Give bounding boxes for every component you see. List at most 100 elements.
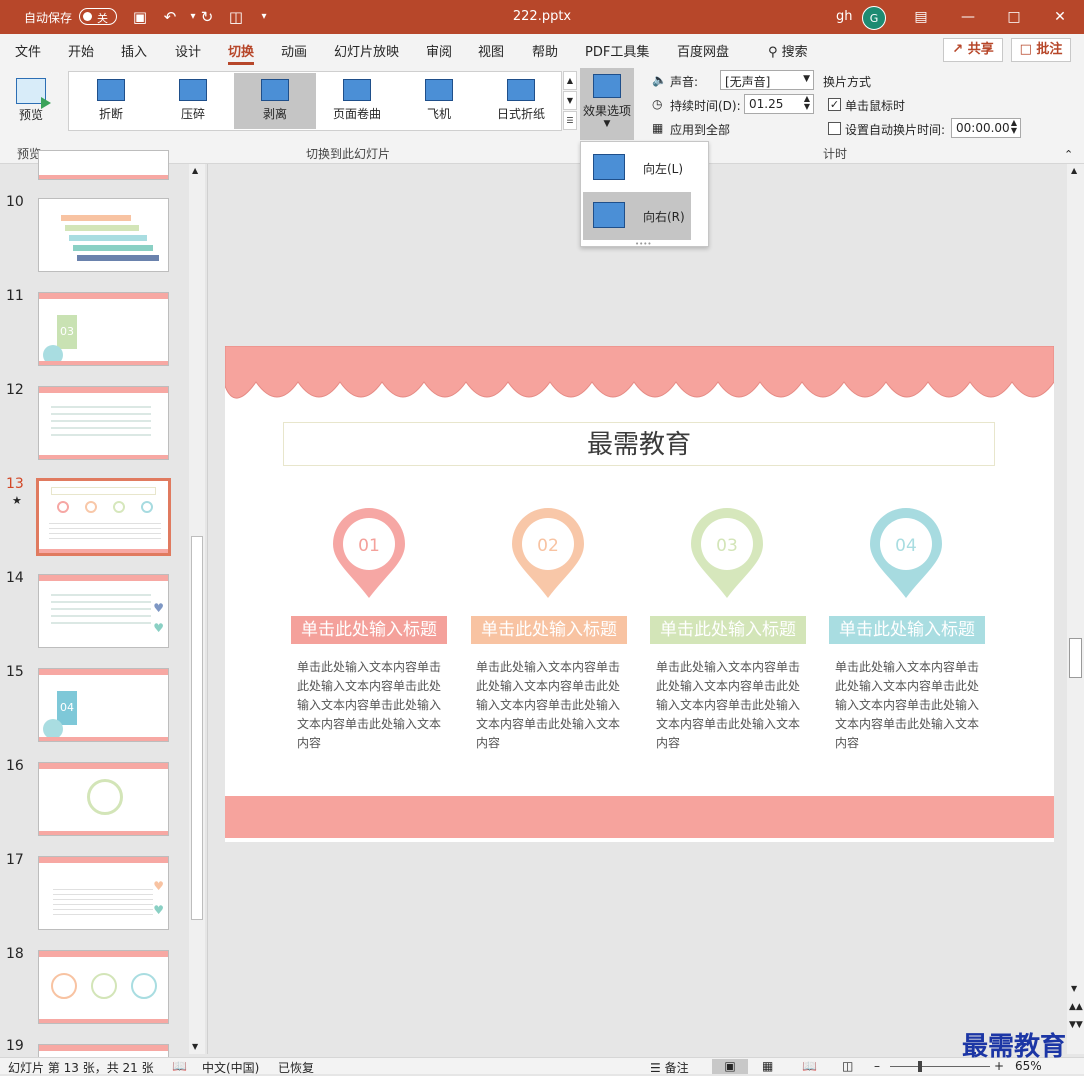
tab-file[interactable]: 文件 — [15, 41, 41, 60]
zoom-slider-thumb[interactable] — [918, 1061, 922, 1072]
gallery-down-icon[interactable]: ▼ — [563, 91, 577, 110]
auto-advance-spinner[interactable]: 00:00.00 ▲ ▼ — [951, 118, 1021, 138]
tab-view[interactable]: 视图 — [478, 41, 504, 60]
normal-view-icon[interactable]: ▣ — [712, 1059, 748, 1074]
thumb-text-lines — [51, 401, 151, 441]
on-click-checkbox[interactable]: ✓ — [828, 98, 841, 111]
scroll-down-icon[interactable]: ▼ — [1071, 984, 1077, 993]
thumbnail-scrollbar[interactable]: ▲ ▼ — [189, 164, 205, 1054]
scrollbar-thumb[interactable] — [191, 536, 203, 920]
notes-button[interactable]: ☰ 备注 — [650, 1059, 689, 1076]
column-body-1[interactable]: 单击此处输入文本内容单击此处输入文本内容单击此处输入文本内容单击此处输入文本内容… — [297, 658, 447, 753]
collapse-ribbon-icon[interactable]: ⌃ — [1064, 148, 1073, 161]
reading-view-icon[interactable]: 📖 — [802, 1059, 817, 1073]
menu-item-left[interactable]: 向左(L) — [583, 144, 691, 192]
scrollbar-thumb[interactable] — [1069, 638, 1082, 678]
scroll-down-icon[interactable]: ▼ — [192, 1042, 198, 1051]
transition-page-curl[interactable]: 页面卷曲 — [316, 73, 398, 129]
scroll-up-icon[interactable]: ▲ — [1071, 166, 1077, 175]
tab-insert[interactable]: 插入 — [121, 41, 147, 60]
slide-thumbnail-16[interactable] — [38, 762, 169, 836]
maximize-icon[interactable]: □ — [1000, 4, 1028, 30]
thumb-circle — [91, 973, 117, 999]
resize-handle-icon[interactable]: •••• — [635, 240, 652, 248]
tab-transitions[interactable]: 切换 — [228, 41, 254, 60]
slide-thumbnail-15[interactable]: 04 — [38, 668, 169, 742]
zoom-out-icon[interactable]: – — [874, 1059, 880, 1073]
thumb-band — [39, 737, 168, 741]
ribbon-display-icon[interactable]: ▤ — [907, 4, 935, 30]
scroll-up-icon[interactable]: ▲ — [192, 166, 198, 175]
sound-icon: 🔈 — [652, 73, 667, 87]
column-body-2[interactable]: 单击此处输入文本内容单击此处输入文本内容单击此处输入文本内容单击此处输入文本内容… — [476, 658, 626, 753]
column-title-2[interactable]: 单击此处输入标题 — [471, 616, 627, 644]
column-title-1[interactable]: 单击此处输入标题 — [291, 616, 447, 644]
transition-fracture[interactable]: 折断 — [70, 73, 152, 129]
tab-pdf-tools[interactable]: PDF工具集 — [585, 41, 649, 60]
slide-number: 19 — [6, 1038, 24, 1054]
column-title-4[interactable]: 单击此处输入标题 — [829, 616, 985, 644]
column-body-3[interactable]: 单击此处输入文本内容单击此处输入文本内容单击此处输入文本内容单击此处输入文本内容… — [656, 658, 806, 753]
duration-spinner[interactable]: 01.25 ▲ ▼ — [744, 94, 814, 114]
next-slide-icon[interactable]: ▼▼ — [1069, 1020, 1083, 1030]
preview-button[interactable]: 预览 — [10, 74, 52, 134]
column-title-3[interactable]: 单击此处输入标题 — [650, 616, 806, 644]
transition-origami[interactable]: 日式折纸 — [480, 73, 562, 129]
ribbon-tabs: 文件 开始 插入 设计 切换 动画 幻灯片放映 审阅 视图 帮助 PDF工具集 … — [0, 34, 1084, 66]
tab-animations[interactable]: 动画 — [281, 41, 307, 60]
spinner-arrows-icon[interactable]: ▲ ▼ — [1011, 119, 1017, 135]
language-indicator[interactable]: 中文(中国) — [202, 1059, 259, 1076]
minimize-icon[interactable]: — — [954, 4, 982, 30]
slideshow-view-icon[interactable]: ◫ — [842, 1059, 853, 1073]
close-icon[interactable]: ✕ — [1046, 4, 1074, 30]
auto-advance-checkbox[interactable] — [828, 122, 841, 135]
spinner-arrows-icon[interactable]: ▲ ▼ — [804, 95, 810, 111]
tab-home[interactable]: 开始 — [68, 41, 94, 60]
sound-select[interactable]: [无声音] ▼ — [720, 70, 814, 90]
menu-item-right[interactable]: 向右(R) — [583, 192, 691, 240]
zoom-slider[interactable] — [890, 1066, 990, 1067]
column-body-4[interactable]: 单击此处输入文本内容单击此处输入文本内容单击此处输入文本内容单击此处输入文本内容… — [835, 658, 985, 753]
slide-title[interactable]: 最需教育 — [283, 422, 995, 466]
tab-design[interactable]: 设计 — [175, 41, 201, 60]
comments-button[interactable]: □ 批注 — [1011, 38, 1071, 62]
slide-thumbnail-9[interactable] — [38, 150, 169, 180]
slide-thumbnail-18[interactable] — [38, 950, 169, 1024]
slide-thumbnail-10[interactable] — [38, 198, 169, 272]
tab-baidu-disk[interactable]: 百度网盘 — [677, 41, 729, 60]
spellcheck-icon[interactable]: 📖 — [172, 1059, 187, 1073]
current-slide[interactable]: 最需教育 01 02 03 04 单击此处输入标题 单击此处输入标题 单击此处输… — [225, 346, 1054, 842]
avatar[interactable]: G — [862, 6, 886, 30]
effect-options-button[interactable]: 效果选项 ▼ — [580, 68, 634, 140]
preview-icon — [16, 78, 51, 109]
search-tab[interactable]: ⚲ 搜索 — [768, 41, 808, 60]
tab-slideshow[interactable]: 幻灯片放映 — [334, 41, 399, 60]
slide-thumbnail-13[interactable] — [36, 478, 171, 556]
gallery-more-icon[interactable]: ☰ — [563, 111, 577, 130]
transition-airplane[interactable]: 飞机 — [398, 73, 480, 129]
active-tab-indicator — [228, 62, 254, 65]
gallery-up-icon[interactable]: ▲ — [563, 71, 577, 90]
slide-counter: 幻灯片 第 13 张，共 21 张 — [8, 1061, 154, 1075]
previous-slide-icon[interactable]: ▲▲ — [1069, 1002, 1083, 1012]
menu-item-label: 向右(R) — [643, 210, 685, 224]
share-button[interactable]: ↗ 共享 — [943, 38, 1003, 62]
slide-thumbnail-17[interactable]: ♥ ♥ — [38, 856, 169, 930]
thumb-awning — [39, 763, 168, 769]
apply-to-all-button[interactable]: 应用到全部 — [670, 121, 730, 138]
tab-review[interactable]: 审阅 — [426, 41, 452, 60]
slide-thumbnail-12[interactable] — [38, 386, 169, 460]
group-label-transitions: 切换到此幻灯片 — [306, 147, 391, 161]
group-label-timing: 计时 — [823, 147, 848, 161]
heart-icon: ♥ — [153, 903, 164, 917]
canvas-scrollbar[interactable]: ▲ ▼ ▲▲ ▼▼ — [1067, 164, 1084, 1054]
transition-peel-off[interactable]: 剥离 — [234, 73, 316, 129]
tab-help[interactable]: 帮助 — [532, 41, 558, 60]
slide-sorter-icon[interactable]: ▦ — [762, 1059, 773, 1073]
transition-label: 飞机 — [426, 107, 451, 121]
transition-crush[interactable]: 压碎 — [152, 73, 234, 129]
slide-thumbnail-11[interactable]: 03 — [38, 292, 169, 366]
slide-thumbnail-14[interactable]: ♥ ♥ — [38, 574, 169, 648]
thumb-awning — [39, 1045, 168, 1051]
crush-icon — [179, 79, 207, 101]
